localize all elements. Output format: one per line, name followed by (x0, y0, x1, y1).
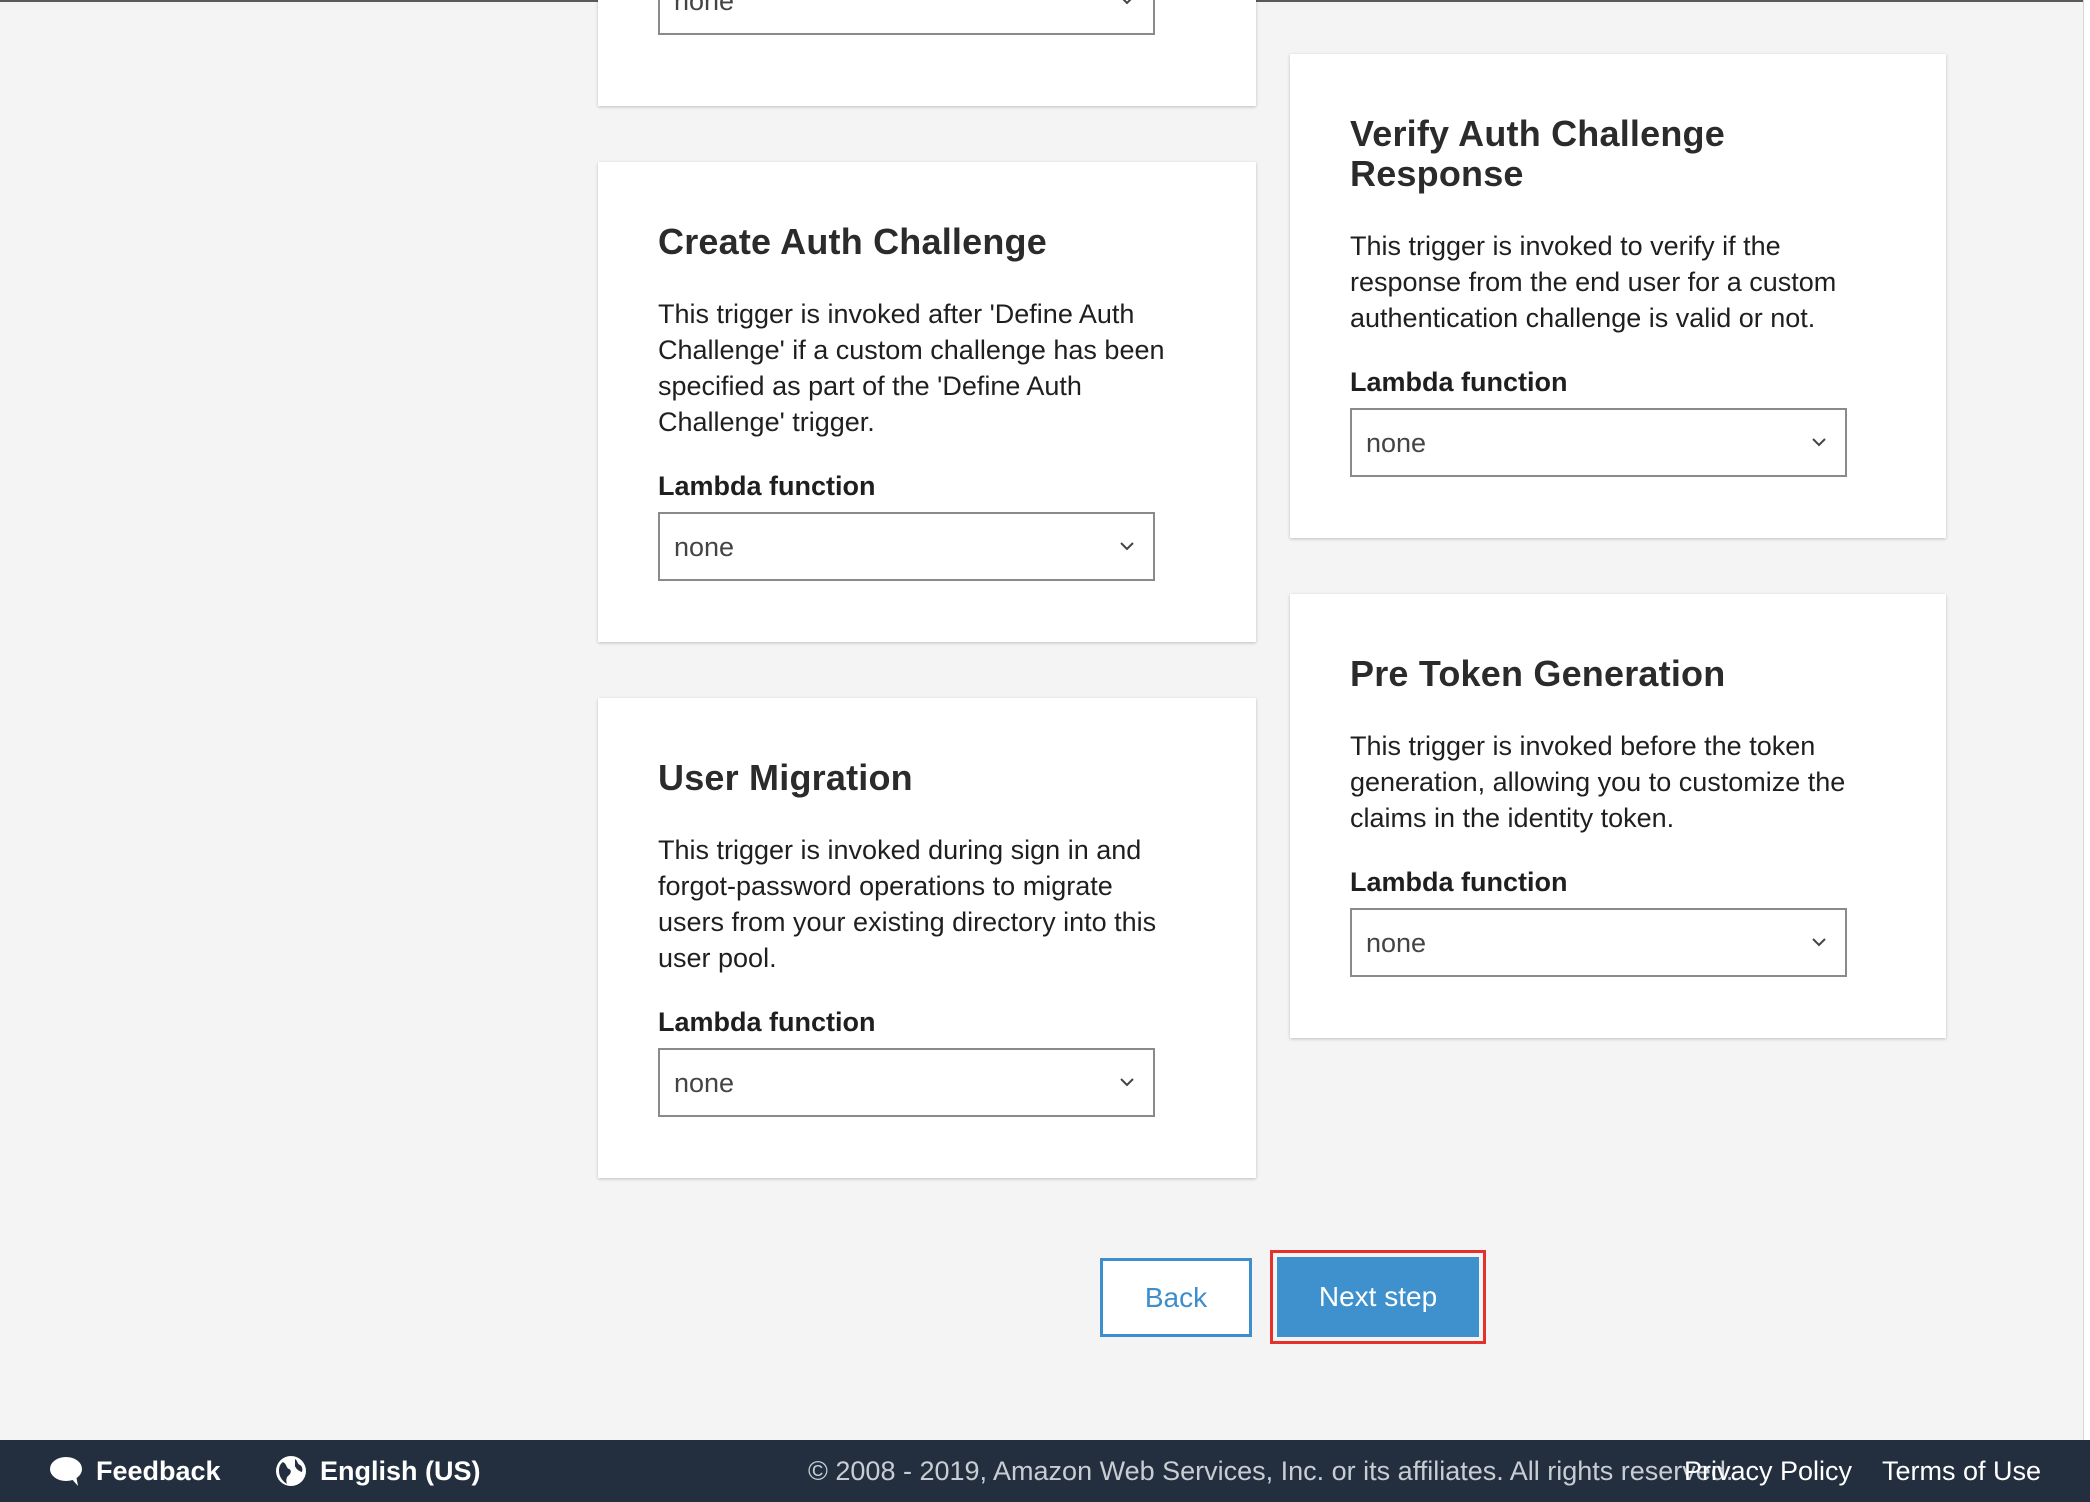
lambda-select-pre-token[interactable]: none (1350, 908, 1847, 977)
chevron-down-icon (1120, 1078, 1134, 1087)
copyright-text: © 2008 - 2019, Amazon Web Services, Inc.… (808, 1456, 1734, 1486)
select-value: none (674, 1068, 735, 1098)
card-create-auth-challenge: Create Auth Challenge This trigger is in… (598, 162, 1256, 642)
chevron-down-icon (1812, 938, 1826, 947)
lambda-function-label: Lambda function (1350, 867, 1568, 897)
feedback-label: Feedback (96, 1456, 221, 1486)
language-selector[interactable]: English (US) (274, 1440, 481, 1502)
footer: Feedback English (US) © 2008 - 2019, Ama… (0, 1440, 2090, 1502)
language-label: English (US) (320, 1456, 481, 1486)
lambda-select-partial[interactable]: none (658, 0, 1155, 35)
card-description: This trigger is invoked to verify if the… (1350, 231, 1837, 333)
card-title: Verify Auth Challenge Response (1350, 113, 1725, 194)
scrollbar-track[interactable] (2083, 0, 2090, 1440)
terms-of-use-link[interactable]: Terms of Use (1882, 1440, 2041, 1502)
feedback-link[interactable]: Feedback (48, 1440, 221, 1502)
privacy-policy-link[interactable]: Privacy Policy (1684, 1440, 1852, 1502)
card-partial-top: none (598, 0, 1256, 106)
lambda-function-label: Lambda function (1350, 367, 1568, 397)
speech-bubble-icon (50, 1456, 82, 1486)
lambda-select-user-migration[interactable]: none (658, 1048, 1155, 1117)
card-title: User Migration (658, 757, 913, 798)
card-verify-auth-challenge: Verify Auth Challenge Response This trig… (1290, 54, 1946, 538)
select-value: none (1366, 428, 1427, 458)
page-root: none Create Auth Challenge This trigger … (0, 0, 2090, 1502)
back-button[interactable]: Back (1100, 1258, 1252, 1337)
card-description: This trigger is invoked during sign in a… (658, 835, 1157, 973)
card-pre-token-generation: Pre Token Generation This trigger is inv… (1290, 594, 1946, 1038)
lambda-function-label: Lambda function (658, 1007, 876, 1037)
next-step-button[interactable]: Next step (1277, 1257, 1479, 1337)
lambda-select-verify-auth[interactable]: none (1350, 408, 1847, 477)
select-value: none (674, 532, 735, 562)
chevron-down-icon (1812, 438, 1826, 447)
select-value: none (674, 0, 735, 16)
card-title: Pre Token Generation (1350, 653, 1726, 694)
card-title: Create Auth Challenge (658, 221, 1047, 262)
card-description: This trigger is invoked after 'Define Au… (658, 299, 1165, 437)
card-user-migration: User Migration This trigger is invoked d… (598, 698, 1256, 1178)
globe-icon (276, 1455, 306, 1486)
lambda-function-label: Lambda function (658, 471, 876, 501)
chevron-down-icon (1120, 542, 1134, 551)
card-description: This trigger is invoked before the token… (1350, 731, 1846, 833)
chevron-down-icon (1122, 0, 1132, 5)
select-value: none (1366, 928, 1427, 958)
lambda-select-create-auth[interactable]: none (658, 512, 1155, 581)
